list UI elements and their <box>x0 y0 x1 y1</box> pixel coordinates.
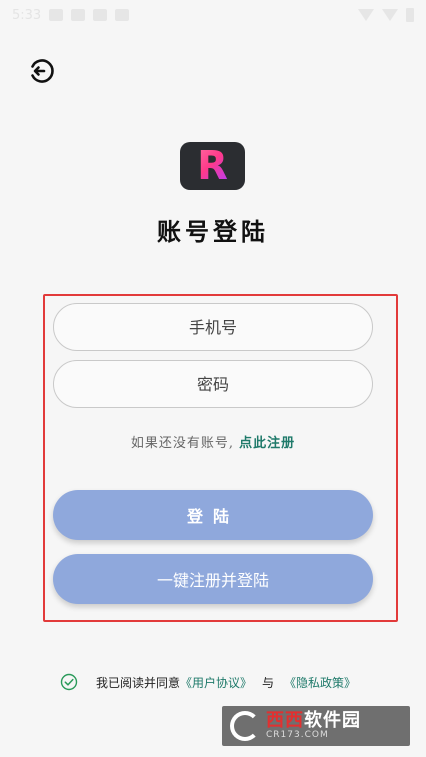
notification-icon <box>49 9 64 21</box>
watermark-main-rest: 软件园 <box>304 710 361 732</box>
page-title: 账号登陆 <box>157 217 269 246</box>
privacy-policy-link[interactable]: 《隐私政策》 <box>284 674 356 691</box>
phone-input[interactable] <box>53 303 373 351</box>
status-time: 5:33 <box>12 7 42 23</box>
watermark: 西西软件园 CR173.COM <box>222 706 410 746</box>
signal-icon <box>382 9 398 21</box>
user-agreement-link[interactable]: 《用户协议》 <box>180 674 252 691</box>
app-logo-letter: R <box>197 143 228 189</box>
wifi-icon <box>358 9 374 21</box>
notification-icon <box>71 9 86 21</box>
watermark-main-red: 西西 <box>266 710 304 732</box>
agreement-prefix: 我已阅读并同意 <box>96 675 181 690</box>
app-logo: R <box>180 142 245 190</box>
login-button[interactable]: 登陆 <box>53 490 373 540</box>
watermark-main: 西西软件园 <box>266 711 361 731</box>
status-bar: 5:33 <box>0 0 426 30</box>
status-right <box>358 8 414 22</box>
quick-register-login-button[interactable]: 一键注册并登陆 <box>53 554 373 604</box>
agreement-row: 我已阅读并同意 《用户协议》 与 《隐私政策》 <box>60 672 356 692</box>
register-hint: 如果还没有账号, 点此注册 <box>0 432 426 451</box>
notification-icon <box>115 9 130 21</box>
notification-icon <box>93 9 108 21</box>
agreement-and: 与 <box>262 675 275 690</box>
watermark-logo-icon <box>230 711 260 741</box>
battery-icon <box>406 8 414 22</box>
register-link[interactable]: 点此注册 <box>239 436 295 451</box>
watermark-sub: CR173.COM <box>266 729 329 740</box>
watermark-text: 西西软件园 CR173.COM <box>266 711 361 741</box>
back-arrow-icon[interactable] <box>26 56 56 86</box>
password-input[interactable] <box>53 360 373 408</box>
checkmark-circle-icon[interactable] <box>60 673 78 691</box>
register-prompt-text: 如果还没有账号, <box>130 436 240 451</box>
